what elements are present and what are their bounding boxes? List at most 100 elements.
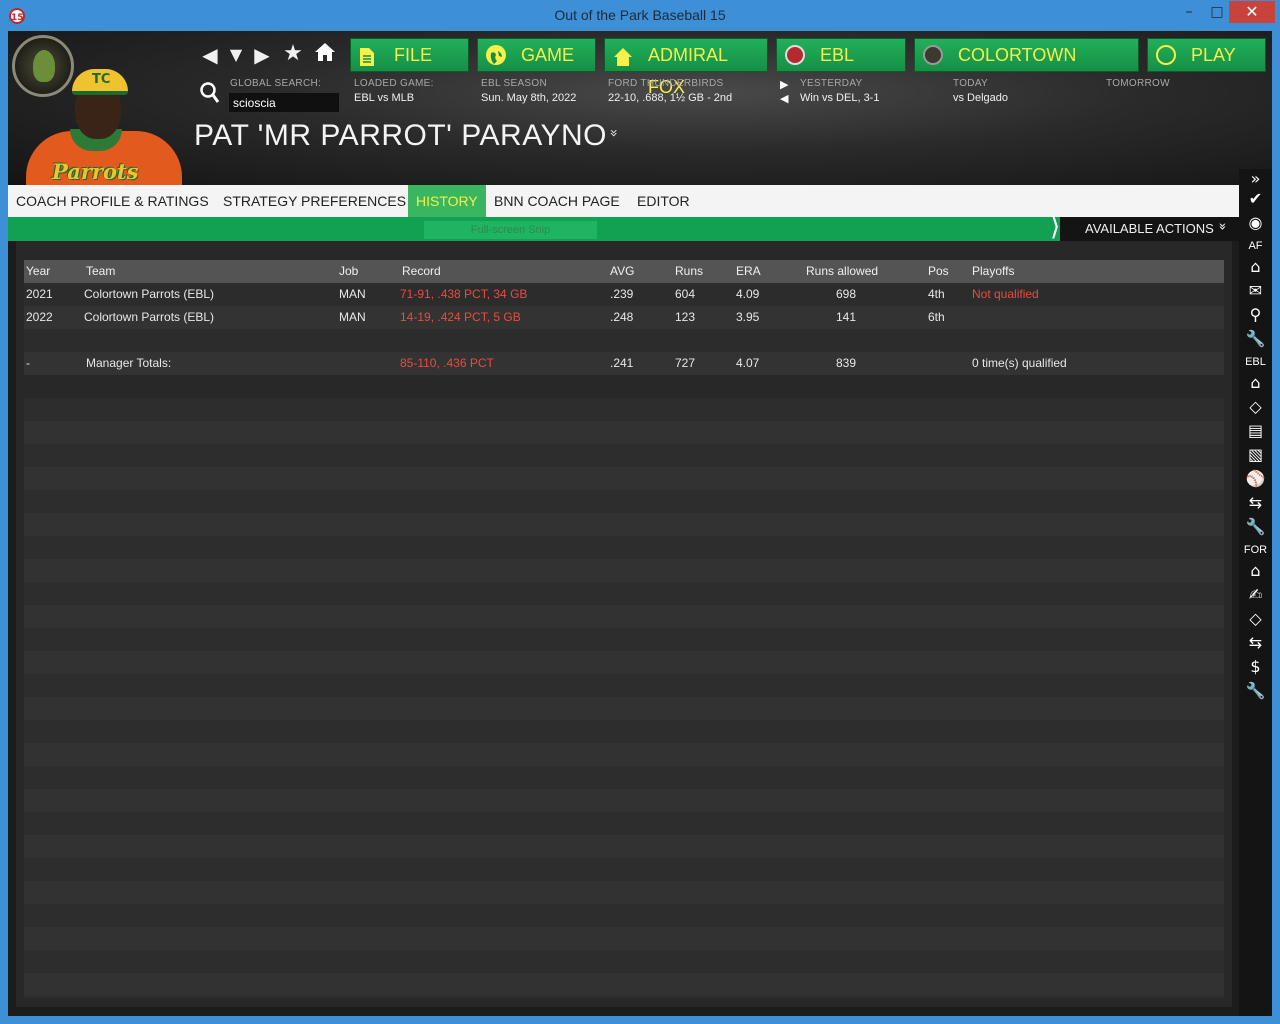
pos-cell: 6th (928, 310, 945, 324)
totals-era: 4.07 (736, 356, 760, 370)
col-header-avg[interactable]: AVG (610, 264, 634, 278)
manager-menu-button[interactable]: ADMIRAL FOX (604, 38, 768, 97)
history-table: Year Team Job Record AVG Runs ERA Runs a… (24, 260, 1224, 375)
home-icon[interactable]: ⌂ (1239, 257, 1272, 277)
tab-history[interactable]: HISTORY (408, 185, 486, 217)
file-menu-button[interactable]: FILE (350, 38, 469, 72)
totals-year-cell: - (26, 356, 30, 370)
today-label: TODAY (953, 78, 989, 89)
home-icon[interactable]: ⌂ (1239, 561, 1272, 581)
bar-chart-icon[interactable]: ▧ (1239, 445, 1272, 465)
tab-bnn-coach-page[interactable]: BNN COACH PAGE (486, 185, 628, 217)
actions-expand-icon[interactable]: » (1214, 223, 1229, 231)
list-icon[interactable]: ▤ (1239, 421, 1272, 441)
table-row[interactable]: 2022 Colortown Parrots (EBL) MAN 14-19, … (24, 306, 1224, 329)
sidebar-group-ebl: EBL (1245, 356, 1266, 368)
history-dropdown-icon[interactable]: ▼ (226, 43, 246, 67)
empty-table-rows (24, 398, 1224, 998)
search-label: GLOBAL SEARCH: (230, 78, 322, 89)
right-sidebar: » ✔ ◉ AF ⌂ ✉ ⚲ 🔧 EBL ⌂ ◇ ▤ ▧ ⚾ ⇆ 🔧 FOR ⌂… (1239, 169, 1272, 1016)
wrench-icon[interactable]: 🔧 (1239, 681, 1272, 701)
col-header-runs[interactable]: Runs (675, 264, 703, 278)
sidebar-group-af: AF (1248, 240, 1263, 252)
document-icon (359, 45, 379, 66)
sidebar-expand-icon[interactable]: » (1239, 169, 1272, 189)
transfer-arrows-icon[interactable]: ⇆ (1239, 633, 1272, 653)
yesterday-result[interactable]: Win vs DEL, 3-1 (800, 92, 879, 104)
job-cell: MAN (339, 310, 366, 324)
era-cell: 3.95 (736, 310, 760, 324)
spacer-row (24, 329, 1224, 352)
tab-coach-profile[interactable]: COACH PROFILE & RATINGS (8, 185, 217, 217)
team-cell[interactable]: Colortown Parrots (EBL) (84, 287, 214, 301)
play-button[interactable]: PLAY (1147, 38, 1266, 72)
col-header-pos[interactable]: Pos (928, 264, 949, 278)
baseball-icon[interactable]: ⚾ (1239, 469, 1272, 489)
home-icon[interactable]: ⌂ (1239, 373, 1272, 393)
game-menu-button[interactable]: GAME (477, 38, 596, 72)
diamond-icon[interactable]: ◇ (1239, 397, 1272, 417)
coach-portrait: TC Parrots (8, 31, 198, 185)
record-cell: 14-19, .424 PCT, 5 GB (400, 310, 521, 324)
job-cell: MAN (339, 287, 366, 301)
col-header-playoffs[interactable]: Playoffs (972, 264, 1014, 278)
tab-strategy-preferences[interactable]: STRATEGY PREFERENCES (215, 185, 414, 217)
loaded-game-label: LOADED GAME: (354, 78, 434, 89)
sidebar-group-for: FOR (1243, 544, 1268, 556)
transfer-arrows-icon[interactable]: ⇆ (1239, 493, 1272, 513)
parrots-logo-icon (923, 45, 943, 65)
cap-logo: TC (92, 72, 111, 87)
col-header-job[interactable]: Job (339, 264, 358, 278)
playoffs-cell: Not qualified (972, 287, 1039, 301)
yesterday-play-icon[interactable]: ▶ (780, 78, 788, 91)
totals-label: Manager Totals: (86, 356, 172, 370)
totals-record: 85-110, .436 PCT (400, 356, 494, 370)
col-header-record[interactable]: Record (402, 264, 441, 278)
yesterday-label: YESTERDAY (800, 78, 863, 89)
house-icon (613, 45, 633, 66)
chevron-right-icon: ⟩ (1050, 212, 1061, 242)
era-cell: 4.09 (736, 287, 760, 301)
avg-cell: .248 (610, 310, 634, 324)
team-logo-badge[interactable] (12, 35, 74, 97)
totals-runs-allowed: 839 (836, 356, 857, 370)
wrench-icon[interactable]: 🔧 (1239, 329, 1272, 349)
league-menu-button[interactable]: EBL (776, 38, 906, 72)
season-label: EBL SEASON (481, 78, 547, 89)
col-header-team[interactable]: Team (86, 264, 115, 278)
back-arrow-icon[interactable]: ◀ (199, 43, 221, 67)
col-header-era[interactable]: ERA (736, 264, 761, 278)
diamond-icon[interactable]: ◇ (1239, 609, 1272, 629)
search-icon[interactable]: ⚲ (1239, 305, 1272, 325)
table-row[interactable]: 2021 Colortown Parrots (EBL) MAN 71-91, … (24, 283, 1224, 306)
tab-editor[interactable]: EDITOR (629, 185, 698, 217)
col-header-runs-allowed[interactable]: Runs allowed (806, 264, 878, 278)
forward-arrow-icon[interactable]: ▶ (251, 43, 273, 67)
star-icon[interactable]: ★ (281, 42, 305, 66)
search-icon[interactable] (200, 82, 220, 110)
team-menu-button[interactable]: COLORTOWN (914, 38, 1139, 72)
minimize-button[interactable]: – (1176, 1, 1202, 23)
team-cell[interactable]: Colortown Parrots (EBL) (84, 310, 214, 324)
globe-icon[interactable]: ◉ (1239, 213, 1272, 233)
pitcher-icon[interactable]: ✍ (1239, 585, 1272, 605)
home-icon[interactable] (312, 41, 338, 68)
file-menu-label: FILE (394, 45, 433, 65)
window-bottom-border (0, 1016, 1280, 1024)
wrench-icon[interactable]: 🔧 (1239, 517, 1272, 537)
available-actions-label[interactable]: AVAILABLE ACTIONS (1085, 221, 1214, 236)
maximize-button[interactable]: □ (1204, 1, 1230, 23)
snip-tooltip: Full-screen Snip (424, 221, 597, 239)
mail-icon[interactable]: ✉ (1239, 281, 1272, 301)
checkmark-icon[interactable]: ✔ (1239, 189, 1272, 209)
col-header-year[interactable]: Year (26, 264, 50, 278)
dollar-icon[interactable]: $ (1239, 657, 1272, 677)
chevron-down-icon[interactable]: » (605, 129, 621, 138)
close-button[interactable]: ✕ (1229, 1, 1275, 23)
totals-avg: .241 (610, 356, 634, 370)
global-search-input[interactable] (229, 93, 339, 112)
jersey-script: Parrots (52, 159, 139, 184)
record-cell: 71-91, .438 PCT, 34 GB (400, 287, 528, 301)
today-game[interactable]: vs Delgado (953, 92, 1008, 104)
yesterday-back-icon[interactable]: ◀ (780, 92, 788, 105)
